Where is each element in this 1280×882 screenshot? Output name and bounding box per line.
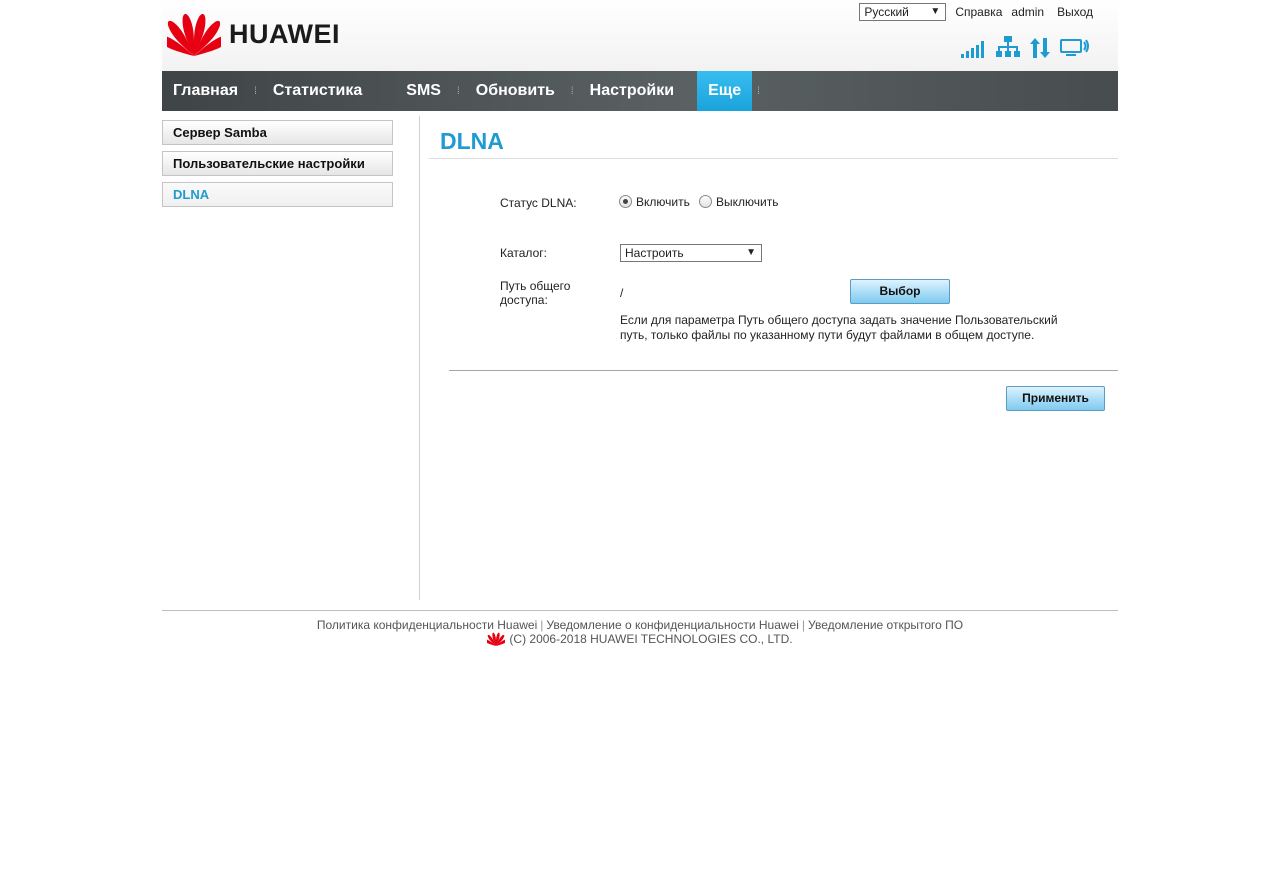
share-path-label: Путь общего доступа: [500,279,570,307]
radio-disable[interactable] [699,195,712,208]
nav-separator: ⁞ [757,85,760,97]
sidebar-item-user-settings[interactable]: Пользовательские настройки [162,151,393,176]
dlna-status-disable[interactable]: Выключить [699,195,778,209]
catalog-label: Каталог: [500,246,547,260]
footer-divider [162,610,1118,611]
main-content: DLNA Статус DLNA: Включить Выключить Кат… [429,116,1118,596]
huawei-flower-icon [167,13,221,56]
content-divider [449,370,1118,371]
header: HUAWEI Русский ▼ Справка admin Выход [162,0,1118,71]
nav-item-more[interactable]: Еще [697,71,753,111]
sidebar-item-dlna[interactable]: DLNA [162,182,393,207]
network-icon [996,36,1020,57]
catalog-select[interactable]: Настроить ▼ [620,244,762,262]
share-path-label-line1: Путь общего [500,279,571,293]
privacy-notice-link[interactable]: Уведомление о конфиденциальности Huawei [546,618,798,632]
page-wrapper: HUAWEI Русский ▼ Справка admin Выход Гла… [162,0,1118,646]
signal-strength-icon [961,41,984,58]
share-path-label-line2: доступа: [500,293,548,307]
radio-enable[interactable] [619,195,632,208]
nav-separator: ⁞ [456,85,460,97]
radio-disable-label: Выключить [716,195,779,209]
nav-separator: ⁞ [570,85,574,97]
browse-button[interactable]: Выбор [850,279,950,304]
open-source-notice-link[interactable]: Уведомление открытого ПО [808,618,963,632]
main-nav: Главная ⁞ Статистика SMS ⁞ Обновить ⁞ На… [162,71,1118,111]
language-value: Русский [864,5,909,19]
page-title: DLNA [440,128,504,154]
nav-separator [373,71,395,111]
copyright: (C) 2006-2018 HUAWEI TECHNOLOGIES CO., L… [162,632,1118,646]
wifi-device-icon [1060,39,1089,56]
share-path-value: / [620,286,624,300]
brand-name: HUAWEI [229,18,340,49]
footer-separator: | [801,618,805,632]
help-link[interactable]: Справка [955,5,1002,19]
dlna-status-label: Статус DLNA: [500,196,577,210]
username-label: admin [1011,5,1045,19]
status-icons [951,36,1090,58]
privacy-policy-link[interactable]: Политика конфиденциальности Huawei [317,618,537,632]
nav-item-update[interactable]: Обновить [465,71,566,111]
radio-enable-label: Включить [636,195,690,209]
nav-item-sms[interactable]: SMS [395,71,452,111]
logout-link[interactable]: Выход [1057,5,1093,19]
catalog-value: Настроить [625,246,684,260]
language-select[interactable]: Русский ▼ [859,3,947,21]
footer-links: Политика конфиденциальности Huawei | Уведо… [162,618,1118,632]
share-path-note: Если для параметра Путь общего доступа з… [620,313,1058,342]
data-transfer-icon [1030,38,1050,58]
vertical-divider [419,116,420,600]
nav-item-statistics[interactable]: Статистика [262,71,373,111]
huawei-logo[interactable]: HUAWEI [167,12,340,56]
title-divider [429,158,1118,159]
top-bar: Русский ▼ Справка admin Выход [859,3,1093,21]
nav-item-home[interactable]: Главная [162,71,249,111]
nav-separator: ⁞ [254,85,257,97]
apply-button[interactable]: Применить [1006,386,1105,411]
nav-separator [685,71,697,111]
chevron-down-icon: ▼ [746,247,756,258]
sidebar-item-samba-server[interactable]: Сервер Samba [162,120,393,145]
huawei-small-logo-icon [487,632,506,646]
nav-item-settings[interactable]: Настройки [579,71,685,111]
chevron-down-icon: ▼ [930,6,941,17]
copyright-text: (C) 2006-2018 HUAWEI TECHNOLOGIES CO., L… [509,632,793,646]
sidebar: Сервер Samba Пользовательские настройки … [162,120,393,213]
dlna-status-enable[interactable]: Включить [619,195,690,209]
footer-separator: | [540,618,544,632]
